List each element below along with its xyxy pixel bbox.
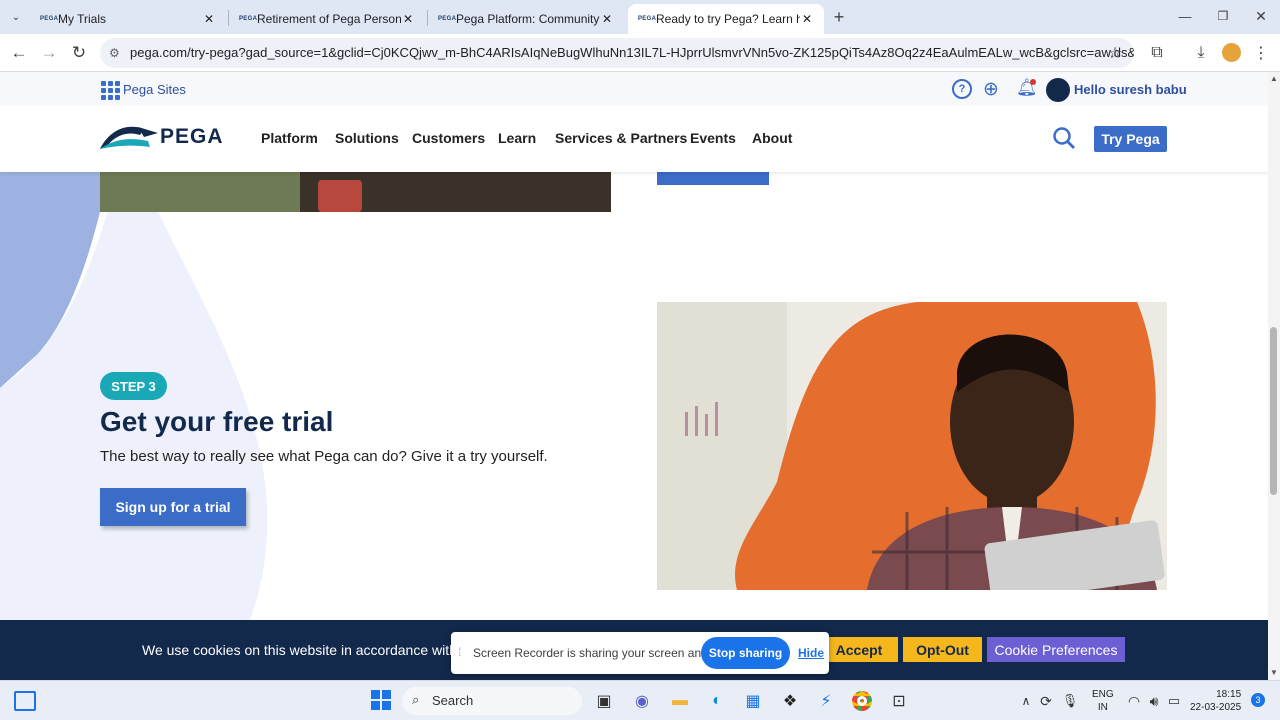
taskbar-search[interactable]: ⌕ Search (402, 687, 582, 715)
store-icon[interactable]: ▦ (741, 689, 765, 713)
sign-up-trial-button[interactable]: Sign up for a trial (100, 488, 246, 526)
windows-taskbar: ⌕ Search ▣ ◉ ▬ ◐ ▦ ❖ ⚡ ⊡ ∧ ⟳ 🎙︎ ENG IN ◠… (0, 680, 1280, 720)
nav-services-partners[interactable]: Services & Partners (555, 130, 687, 146)
tab-try-pega[interactable]: PEGA Ready to try Pega? Learn how P ✕ (628, 4, 824, 34)
taskbar-search-label: Search (432, 693, 474, 708)
screen-recorder-app-icon[interactable]: ⊡ (887, 689, 911, 713)
try-pega-button[interactable]: Try Pega (1094, 126, 1167, 152)
pega-favicon-icon: PEGA (638, 16, 657, 22)
task-view-icon[interactable]: ▣ (592, 689, 616, 713)
accept-cookies-button[interactable]: Accept (820, 637, 898, 662)
pega-sites-bar: Pega Sites ? ⊕ 🔔︎ Hello suresh babu (0, 72, 1268, 106)
pega-logo-text[interactable]: PEGA (160, 125, 224, 149)
language-indicator[interactable]: ENG IN (1092, 688, 1114, 714)
search-icon: ⌕ (412, 692, 420, 707)
screen-recorder-bar: ⁞ Screen Recorder is sharing your screen… (451, 632, 829, 674)
help-icon[interactable]: ? (952, 79, 972, 99)
grid-apps-icon[interactable] (101, 81, 120, 100)
back-icon[interactable]: ← (8, 42, 30, 64)
pega-sites-link[interactable]: Pega Sites (123, 82, 186, 97)
nav-customers[interactable]: Customers (412, 130, 485, 146)
clock[interactable]: 18:15 22-03-2025 (1190, 688, 1241, 714)
tab-retirement[interactable]: PEGA Retirement of Pega Personal Ed ✕ (229, 4, 425, 34)
opt-out-button[interactable]: Opt-Out (903, 637, 982, 662)
hero-image (657, 302, 1167, 590)
reload-icon[interactable]: ↻ (68, 42, 90, 64)
stop-sharing-button[interactable]: Stop sharing (701, 637, 790, 669)
clock-date: 22-03-2025 (1190, 702, 1242, 713)
scroll-up-arrow-icon[interactable]: ▲ (1270, 74, 1278, 83)
cookie-preferences-button[interactable]: Cookie Preferences (987, 637, 1125, 662)
bookmark-star-icon[interactable]: ☆ (1104, 42, 1126, 64)
clock-time: 18:15 (1216, 689, 1242, 700)
nav-events[interactable]: Events (690, 130, 736, 146)
description-text: The best way to really see what Pega can… (100, 448, 548, 465)
pega-favicon-icon: PEGA (239, 16, 258, 22)
user-greeting[interactable]: Hello suresh babu (1074, 82, 1187, 97)
tab-title: Retirement of Pega Personal Ed (257, 12, 401, 26)
chrome-icon[interactable] (850, 689, 874, 713)
globe-icon[interactable]: ⊕ (983, 78, 999, 101)
microphone-icon[interactable]: 🎙︎ (1058, 689, 1082, 713)
tab-title: Pega Platform: Community Editi (456, 12, 600, 26)
tab-community-edition[interactable]: PEGA Pega Platform: Community Editi ✕ (428, 4, 624, 34)
extensions-icon[interactable]: ⧉ (1146, 42, 1168, 64)
file-explorer-icon[interactable]: ▬ (668, 689, 692, 713)
new-tab-icon[interactable]: + (828, 6, 850, 28)
start-windows-icon[interactable] (371, 690, 391, 710)
scroll-down-arrow-icon[interactable]: ▼ (1270, 668, 1278, 677)
hide-link[interactable]: Hide (798, 646, 824, 660)
pega-favicon-icon: PEGA (438, 16, 457, 22)
browser-tab-strip: ⌄ PEGA My Trials ✕ PEGA Retirement of Pe… (0, 0, 1280, 34)
close-tab-icon[interactable]: ✕ (600, 12, 614, 26)
chat-app-icon[interactable]: ◉ (630, 689, 654, 713)
url-text: pega.com/try-pega?gad_source=1&gclid=Cj0… (130, 45, 1134, 60)
pega-favicon-icon: PEGA (40, 16, 59, 22)
web-page: Pega Sites ? ⊕ 🔔︎ Hello suresh babu PEGA… (0, 72, 1268, 680)
edge-browser-icon[interactable]: ◐ (705, 689, 729, 713)
drag-handle-icon[interactable]: ⁞ (458, 645, 461, 659)
search-icon[interactable] (1052, 126, 1076, 150)
tab-title: Ready to try Pega? Learn how P (656, 12, 800, 26)
language-code: ENG (1092, 689, 1114, 700)
cookie-text: We use cookies on this website in accord… (142, 642, 499, 658)
nav-learn[interactable]: Learn (498, 130, 536, 146)
page-scrollbar[interactable]: ▲ ▼ (1268, 72, 1280, 680)
browser-menu-icon[interactable]: ⋮ (1252, 42, 1270, 64)
nav-solutions[interactable]: Solutions (335, 130, 399, 146)
tab-search-icon[interactable]: ⌄ (6, 8, 26, 26)
site-info-icon[interactable]: ⚙ (109, 38, 120, 68)
region-code: IN (1097, 702, 1108, 713)
nav-platform[interactable]: Platform (261, 130, 318, 146)
main-navigation: PEGA Platform Solutions Customers Learn … (0, 106, 1268, 172)
notification-dot (1030, 79, 1036, 85)
download-icon[interactable]: ⤓ (1190, 42, 1212, 64)
tab-title: My Trials (58, 12, 106, 26)
profile-avatar-icon[interactable] (1222, 43, 1241, 62)
pega-logo-icon[interactable] (100, 123, 160, 151)
url-field[interactable]: ⚙ pega.com/try-pega?gad_source=1&gclid=C… (100, 38, 1134, 68)
scrollbar-thumb[interactable] (1270, 327, 1277, 495)
battery-icon[interactable]: ▭ (1162, 689, 1186, 713)
user-avatar-icon[interactable] (1046, 78, 1070, 102)
notification-count-badge[interactable]: 3 (1251, 693, 1265, 707)
page-heading: Get your free trial (100, 406, 334, 437)
restore-icon[interactable]: ❐ (1212, 6, 1234, 26)
minimize-icon[interactable]: — (1174, 6, 1196, 26)
step-badge: STEP 3 (100, 372, 167, 400)
close-tab-icon[interactable]: ✕ (800, 12, 814, 26)
nav-about[interactable]: About (752, 130, 792, 146)
close-tab-icon[interactable]: ✕ (401, 12, 415, 26)
dropbox-icon[interactable]: ❖ (778, 689, 802, 713)
close-window-icon[interactable]: ✕ (1250, 6, 1272, 26)
sync-icon[interactable]: ⟳ (1034, 689, 1058, 713)
close-tab-icon[interactable]: ✕ (202, 12, 216, 26)
widgets-icon[interactable] (14, 691, 36, 711)
power-automate-icon[interactable]: ⚡ (814, 689, 838, 713)
forward-icon[interactable]: → (38, 42, 60, 64)
address-toolbar: ← → ↻ ⚙ pega.com/try-pega?gad_source=1&g… (0, 34, 1280, 72)
tab-my-trials[interactable]: PEGA My Trials ✕ (30, 4, 226, 34)
